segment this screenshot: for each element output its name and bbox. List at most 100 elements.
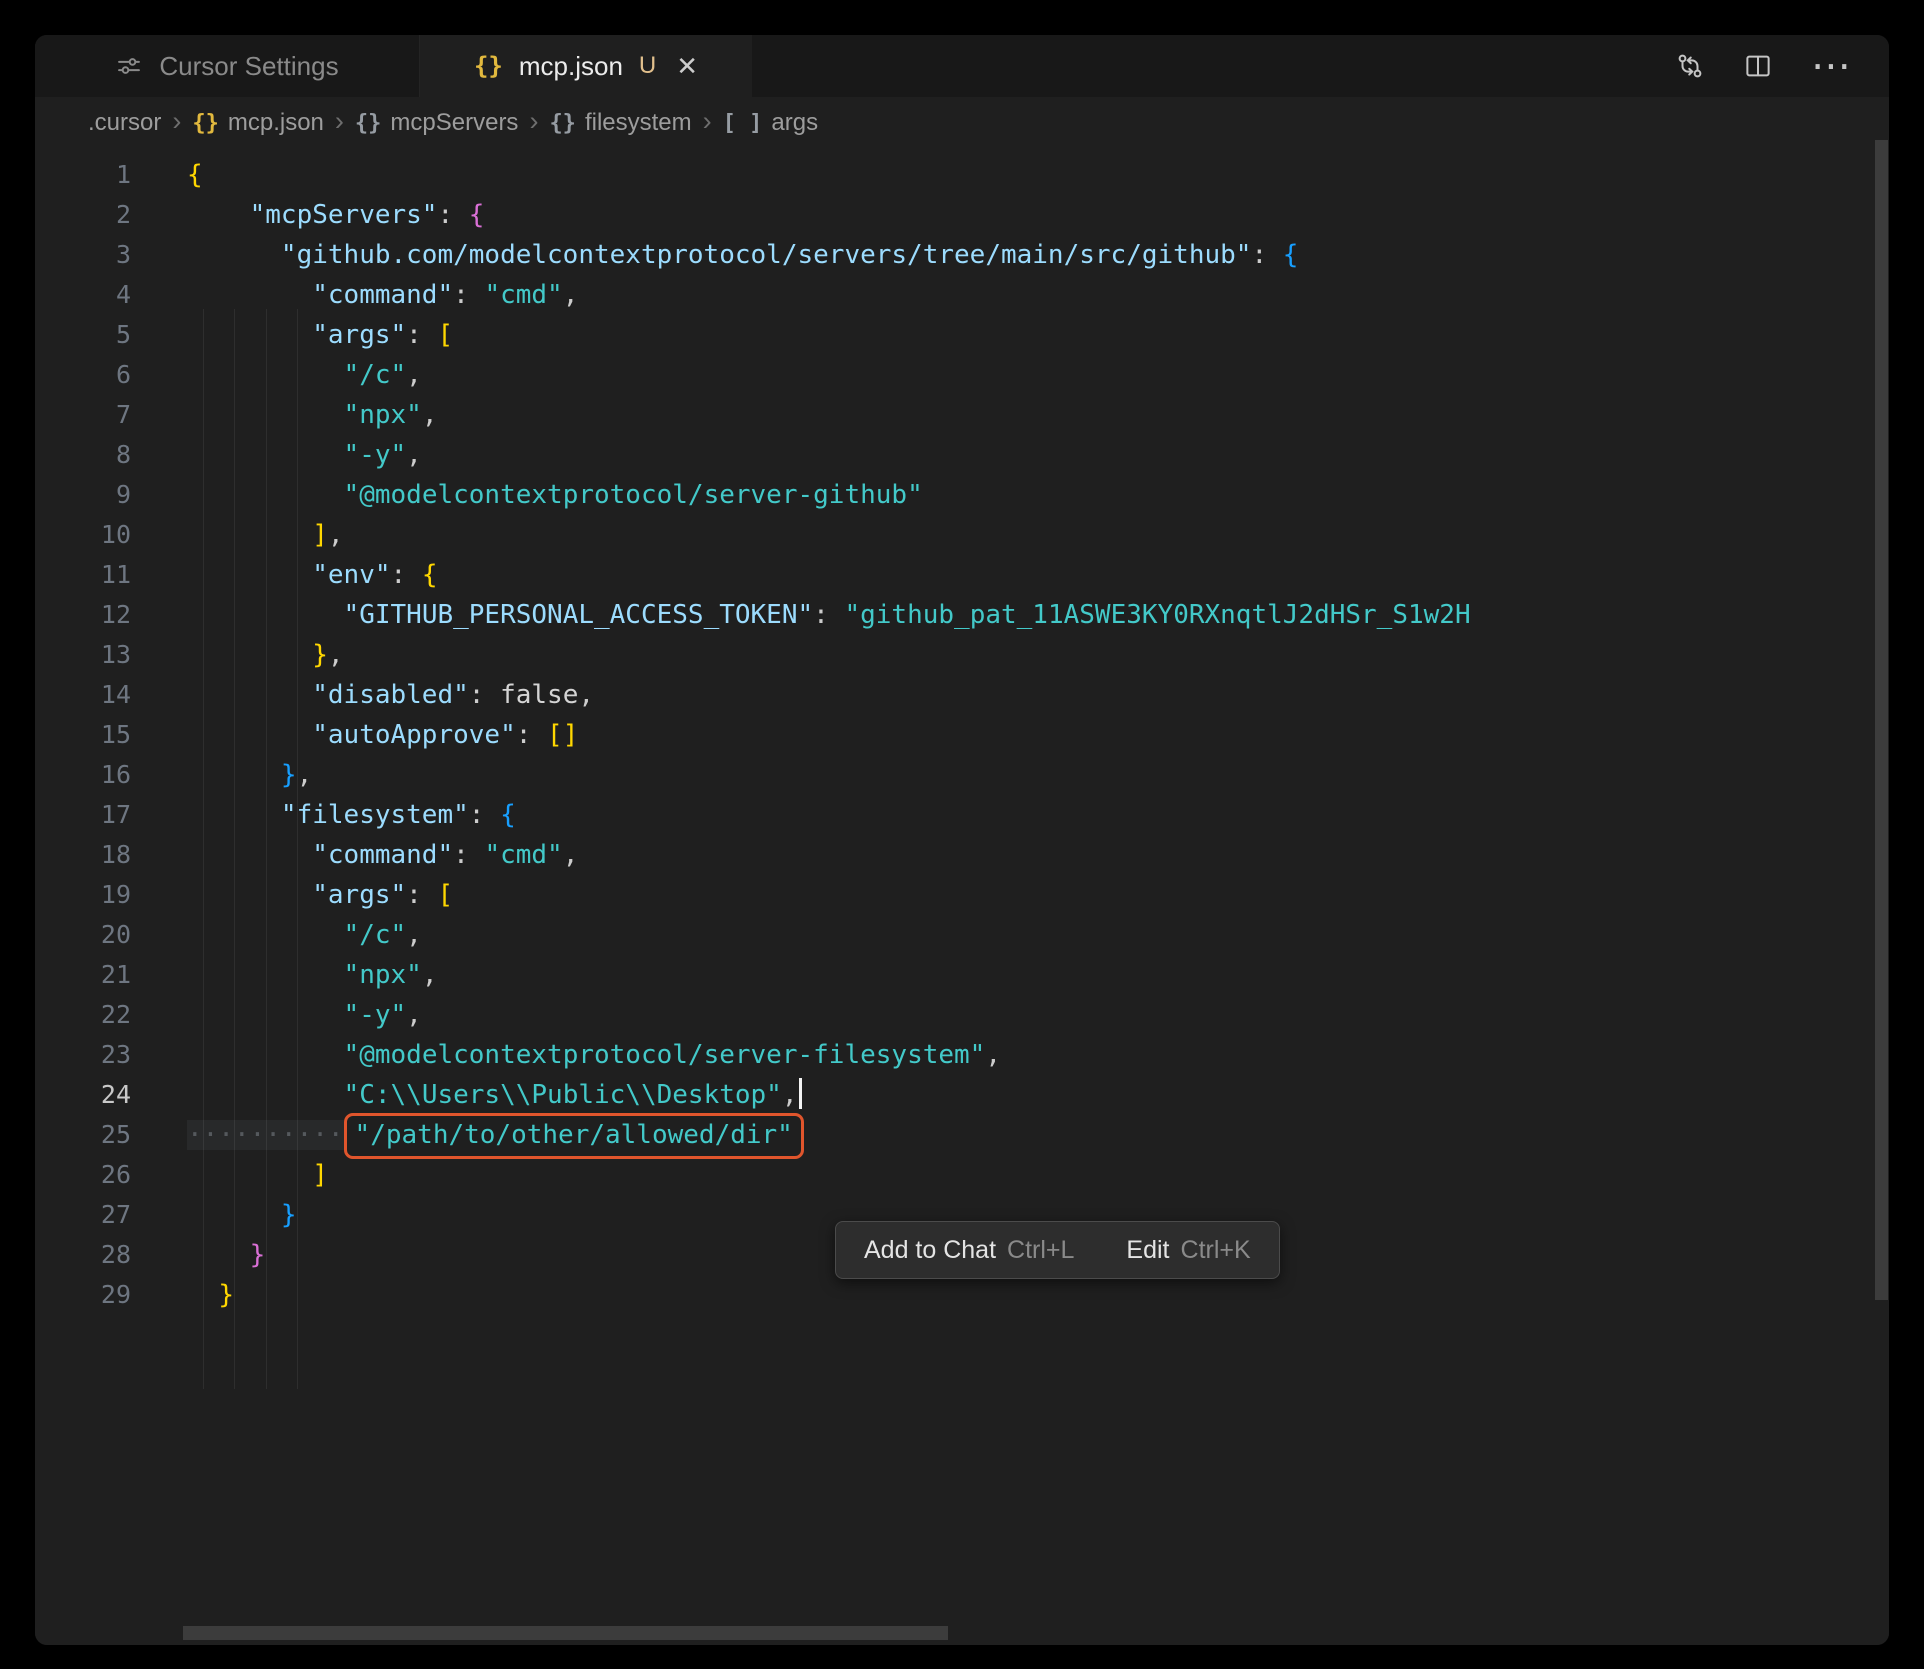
line-number[interactable]: 9 xyxy=(35,475,131,515)
code-line[interactable]: 18 "command": "cmd", xyxy=(35,835,1889,875)
code-text: } xyxy=(187,1235,265,1275)
line-number[interactable]: 26 xyxy=(35,1155,131,1195)
chevron-right-icon: › xyxy=(335,106,344,137)
line-number[interactable]: 22 xyxy=(35,995,131,1035)
code-line[interactable]: 24 "C:\\Users\\Public\\Desktop", xyxy=(35,1075,1889,1115)
tab-cursor-settings[interactable]: Cursor Settings xyxy=(35,35,420,97)
editor-actions: ⋯ xyxy=(1675,35,1889,97)
code-line[interactable]: 5 "args": [ xyxy=(35,315,1889,355)
line-number[interactable]: 13 xyxy=(35,635,131,675)
line-number[interactable]: 1 xyxy=(35,155,131,195)
line-number[interactable]: 15 xyxy=(35,715,131,755)
line-number[interactable]: 4 xyxy=(35,275,131,315)
line-number[interactable]: 7 xyxy=(35,395,131,435)
code-text: ] xyxy=(187,1155,328,1195)
line-number[interactable]: 20 xyxy=(35,915,131,955)
code-text: ··········"/path/to/other/allowed/dir" xyxy=(187,1115,804,1155)
code-line[interactable]: 7 "npx", xyxy=(35,395,1889,435)
braces-icon: {} xyxy=(192,111,219,136)
code-line[interactable]: 16 }, xyxy=(35,755,1889,795)
chevron-right-icon: › xyxy=(529,106,538,137)
code-text: "npx", xyxy=(187,955,437,995)
code-text: "/c", xyxy=(187,915,422,955)
edit-shortcut: Ctrl+K xyxy=(1181,1236,1251,1265)
code-line[interactable]: 19 "args": [ xyxy=(35,875,1889,915)
open-changes-icon[interactable] xyxy=(1675,51,1705,81)
line-number[interactable]: 23 xyxy=(35,1035,131,1075)
code-line[interactable]: 17 "filesystem": { xyxy=(35,795,1889,835)
code-line[interactable]: 22 "-y", xyxy=(35,995,1889,1035)
code-line[interactable]: 2 "mcpServers": { xyxy=(35,195,1889,235)
code-line[interactable]: 14 "disabled": false, xyxy=(35,675,1889,715)
line-number[interactable]: 25 xyxy=(35,1115,131,1155)
line-number[interactable]: 27 xyxy=(35,1195,131,1235)
code-line[interactable]: 21 "npx", xyxy=(35,955,1889,995)
add-to-chat-shortcut: Ctrl+L xyxy=(1007,1236,1074,1265)
screenshot-root: Cursor Settings {} mcp.json U ✕ xyxy=(0,0,1924,1669)
breadcrumb-item[interactable]: {}mcp.json xyxy=(192,109,324,137)
code-line[interactable]: 29 } xyxy=(35,1275,1889,1315)
json-braces-icon: {} xyxy=(474,52,503,80)
add-to-chat-button[interactable]: Add to Chat Ctrl+L xyxy=(864,1236,1074,1265)
braces-icon: {} xyxy=(355,111,382,136)
line-number[interactable]: 6 xyxy=(35,355,131,395)
indent-guide xyxy=(266,309,267,1389)
breadcrumb-item[interactable]: {}filesystem xyxy=(549,109,691,137)
code-line[interactable]: 4 "command": "cmd", xyxy=(35,275,1889,315)
vertical-scrollbar-thumb[interactable] xyxy=(1875,140,1888,1300)
line-number[interactable]: 18 xyxy=(35,835,131,875)
git-status-badge: U xyxy=(639,52,656,80)
code-line[interactable]: 26 ] xyxy=(35,1155,1889,1195)
braces-icon: {} xyxy=(549,111,576,136)
line-number[interactable]: 10 xyxy=(35,515,131,555)
code-line[interactable]: 11 "env": { xyxy=(35,555,1889,595)
line-number[interactable]: 21 xyxy=(35,955,131,995)
code-line[interactable]: 23 "@modelcontextprotocol/server-filesys… xyxy=(35,1035,1889,1075)
indent-guide xyxy=(234,309,235,1389)
more-actions-icon[interactable]: ⋯ xyxy=(1811,56,1851,76)
code-text: "disabled": false, xyxy=(187,675,594,715)
code-line[interactable]: 8 "-y", xyxy=(35,435,1889,475)
chevron-right-icon: › xyxy=(172,106,181,137)
line-number[interactable]: 16 xyxy=(35,755,131,795)
line-number[interactable]: 5 xyxy=(35,315,131,355)
split-editor-icon[interactable] xyxy=(1743,51,1773,81)
edit-button[interactable]: Edit Ctrl+K xyxy=(1126,1236,1250,1265)
highlighted-code-range: "/path/to/other/allowed/dir" xyxy=(344,1113,804,1159)
line-number[interactable]: 8 xyxy=(35,435,131,475)
code-line[interactable]: 12 "GITHUB_PERSONAL_ACCESS_TOKEN": "gith… xyxy=(35,595,1889,635)
code-line[interactable]: 20 "/c", xyxy=(35,915,1889,955)
line-number[interactable]: 14 xyxy=(35,675,131,715)
code-text: "args": [ xyxy=(187,315,453,355)
breadcrumb-item[interactable]: {}mcpServers xyxy=(355,109,519,137)
line-number[interactable]: 12 xyxy=(35,595,131,635)
line-number[interactable]: 19 xyxy=(35,875,131,915)
inline-chat-toolbar: Add to Chat Ctrl+L Edit Ctrl+K xyxy=(835,1221,1280,1279)
line-number[interactable]: 17 xyxy=(35,795,131,835)
code-line[interactable]: 9 "@modelcontextprotocol/server-github" xyxy=(35,475,1889,515)
horizontal-scrollbar-thumb[interactable] xyxy=(183,1626,948,1640)
breadcrumb-label: .cursor xyxy=(88,109,161,137)
code-line[interactable]: 13 }, xyxy=(35,635,1889,675)
code-line[interactable]: 25 ··········"/path/to/other/allowed/dir" xyxy=(35,1115,1889,1155)
breadcrumb-item[interactable]: .cursor xyxy=(88,109,161,137)
editor-window: Cursor Settings {} mcp.json U ✕ xyxy=(35,35,1889,1645)
tab-label: mcp.json xyxy=(519,51,623,82)
editor: 1{2 "mcpServers": {3 "github.com/modelco… xyxy=(35,149,1889,1645)
code-text: "autoApprove": [] xyxy=(187,715,578,755)
breadcrumb-item[interactable]: [ ]args xyxy=(723,109,818,137)
line-number[interactable]: 24 xyxy=(35,1075,131,1115)
line-number[interactable]: 11 xyxy=(35,555,131,595)
code-text: "github.com/modelcontextprotocol/servers… xyxy=(187,235,1298,275)
line-number[interactable]: 2 xyxy=(35,195,131,235)
line-number[interactable]: 29 xyxy=(35,1275,131,1315)
code-line[interactable]: 3 "github.com/modelcontextprotocol/serve… xyxy=(35,235,1889,275)
code-line[interactable]: 10 ], xyxy=(35,515,1889,555)
tab-mcp-json[interactable]: {} mcp.json U ✕ xyxy=(420,35,752,97)
line-number[interactable]: 28 xyxy=(35,1235,131,1275)
close-tab-icon[interactable]: ✕ xyxy=(676,51,698,82)
code-line[interactable]: 1{ xyxy=(35,155,1889,195)
code-line[interactable]: 15 "autoApprove": [] xyxy=(35,715,1889,755)
code-line[interactable]: 6 "/c", xyxy=(35,355,1889,395)
line-number[interactable]: 3 xyxy=(35,235,131,275)
